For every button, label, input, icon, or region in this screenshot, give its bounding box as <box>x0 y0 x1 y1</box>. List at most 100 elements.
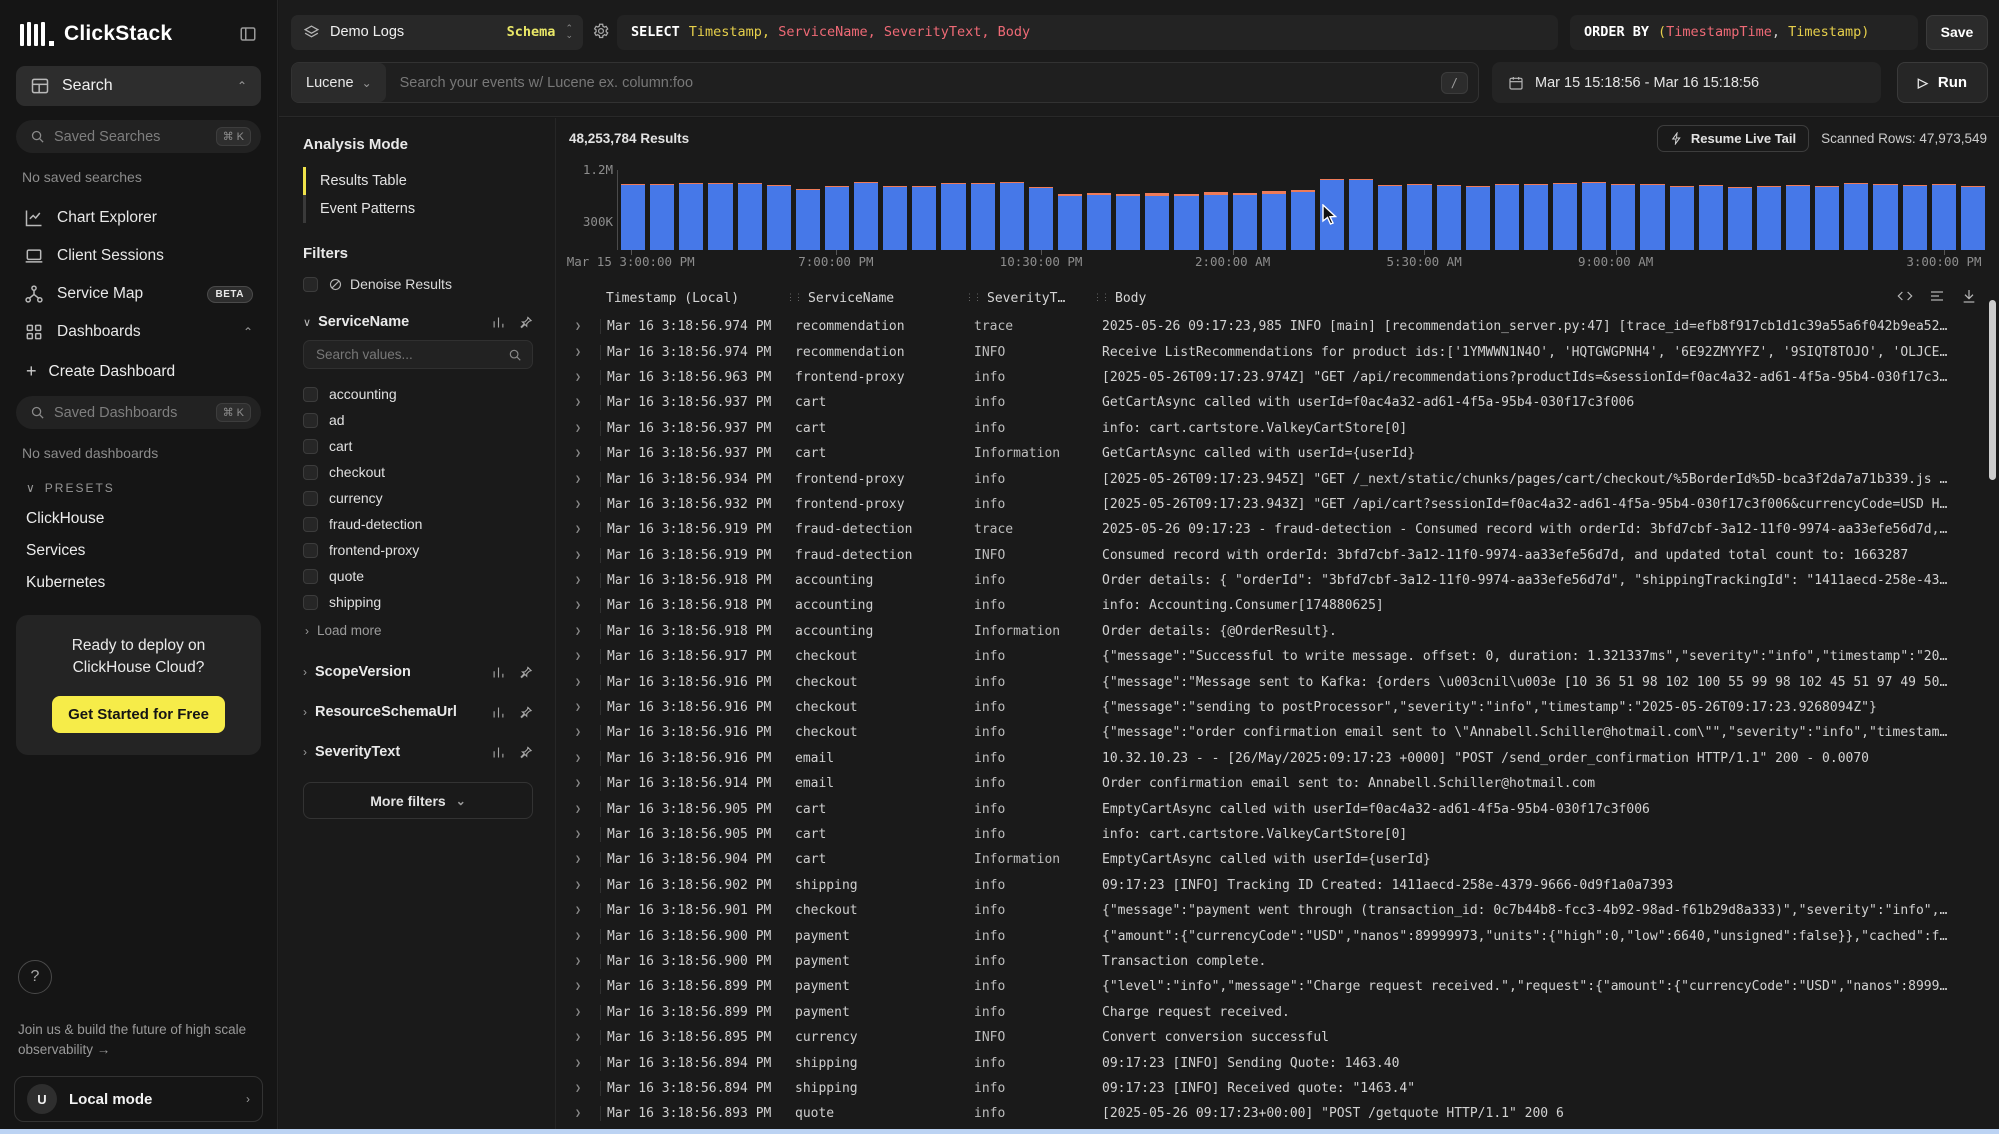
table-row[interactable]: ❯Mar 16 3:18:56.900 PMpaymentinfoTransac… <box>556 949 1984 974</box>
expand-row-icon[interactable]: ❯ <box>556 880 600 891</box>
histogram-bar[interactable] <box>1349 179 1373 250</box>
checkbox[interactable] <box>303 595 318 610</box>
service-filter-fraud-detection[interactable]: fraud-detection <box>303 511 533 537</box>
table-row[interactable]: ❯Mar 16 3:18:56.919 PMfraud-detectiontra… <box>556 517 1984 542</box>
histogram-bar[interactable] <box>1233 193 1257 250</box>
sidebar-collapse-icon[interactable] <box>239 25 257 43</box>
service-filter-shipping[interactable]: shipping <box>303 589 533 615</box>
table-row[interactable]: ❯Mar 16 3:18:56.918 PMaccountinginfoinfo… <box>556 593 1984 618</box>
date-range-picker[interactable]: Mar 15 15:18:56 - Mar 16 15:18:56 <box>1492 62 1881 103</box>
expand-row-icon[interactable]: ❯ <box>556 727 600 738</box>
histogram-bar[interactable] <box>1640 184 1664 250</box>
saved-searches-input[interactable]: Saved Searches ⌘ K <box>16 120 261 153</box>
presets-header[interactable]: ∨ PRESETS <box>14 475 263 503</box>
get-started-button[interactable]: Get Started for Free <box>52 696 225 733</box>
expand-row-icon[interactable]: ❯ <box>556 753 600 764</box>
orderby-clause-input[interactable]: ORDER BY (TimestampTime, Timestamp) <box>1570 15 1918 50</box>
table-row[interactable]: ❯Mar 16 3:18:56.937 PMcartinfoinfo: cart… <box>556 416 1984 441</box>
horizontal-scrollbar[interactable] <box>0 1129 1999 1134</box>
histogram-bar[interactable] <box>1903 185 1927 250</box>
table-row[interactable]: ❯Mar 16 3:18:56.905 PMcartinfoinfo: cart… <box>556 822 1984 847</box>
facet-servicename[interactable]: ∨ ServiceName <box>303 314 533 330</box>
table-row[interactable]: ❯Mar 16 3:18:56.905 PMcartinfoEmptyCartA… <box>556 796 1984 821</box>
histogram-bar[interactable] <box>854 182 878 250</box>
histogram-bar[interactable] <box>1670 186 1694 250</box>
expand-row-icon[interactable]: ❯ <box>556 905 600 916</box>
local-mode-button[interactable]: U Local mode › <box>14 1076 263 1122</box>
code-view-icon[interactable] <box>1897 288 1913 304</box>
join-us-link[interactable]: Join us & build the future of high scale… <box>14 1020 263 1077</box>
table-row[interactable]: ❯Mar 16 3:18:56.899 PMpaymentinfoCharge … <box>556 1000 1984 1025</box>
histogram-bar[interactable] <box>825 186 849 250</box>
histogram-bar[interactable] <box>1757 186 1781 250</box>
expand-row-icon[interactable]: ❯ <box>556 778 600 789</box>
histogram-bar[interactable] <box>796 189 820 250</box>
expand-row-icon[interactable]: ❯ <box>556 931 600 942</box>
expand-row-icon[interactable]: ❯ <box>556 1058 600 1069</box>
expand-row-icon[interactable]: ❯ <box>556 626 600 637</box>
events-histogram[interactable]: 1.2M 300K Mar 15 3:00:00 PM7:00:00 PM10:… <box>569 158 1987 268</box>
histogram-bar[interactable] <box>1961 186 1985 250</box>
more-filters-button[interactable]: More filters ⌄ <box>303 782 533 819</box>
table-row[interactable]: ❯Mar 16 3:18:56.917 PMcheckoutinfo{"mess… <box>556 644 1984 669</box>
table-row[interactable]: ❯Mar 16 3:18:56.974 PMrecommendationINFO… <box>556 339 1984 364</box>
expand-row-icon[interactable]: ❯ <box>556 423 600 434</box>
table-row[interactable]: ❯Mar 16 3:18:56.916 PMcheckoutinfo{"mess… <box>556 720 1984 745</box>
facet-resourceschemaurl[interactable]: ›ResourceSchemaUrl <box>303 692 533 732</box>
table-row[interactable]: ❯Mar 16 3:18:56.902 PMshippinginfo09:17:… <box>556 873 1984 898</box>
create-dashboard-button[interactable]: + Create Dashboard <box>14 351 263 394</box>
resume-live-tail-button[interactable]: Resume Live Tail <box>1657 125 1809 152</box>
histogram-bars[interactable] <box>617 170 1985 250</box>
histogram-bar[interactable] <box>1407 184 1431 250</box>
facet-chart-icon[interactable] <box>491 665 506 680</box>
vertical-scrollbar[interactable] <box>1989 300 1996 480</box>
checkbox[interactable] <box>303 517 318 532</box>
table-row[interactable]: ❯Mar 16 3:18:56.934 PMfrontend-proxyinfo… <box>556 466 1984 491</box>
service-filter-checkout[interactable]: checkout <box>303 459 533 485</box>
sidebar-item-client-sessions[interactable]: Client Sessions <box>14 237 263 275</box>
pin-icon[interactable] <box>518 315 533 330</box>
facet-severitytext[interactable]: ›SeverityText <box>303 732 533 772</box>
checkbox[interactable] <box>303 439 318 454</box>
column-header-servicename[interactable]: ⋮⋮ServiceName <box>778 291 956 306</box>
service-filter-quote[interactable]: quote <box>303 563 533 589</box>
save-button[interactable]: Save <box>1926 15 1988 50</box>
drag-handle-icon[interactable]: ⋮⋮ <box>965 293 981 303</box>
expand-row-icon[interactable]: ❯ <box>556 702 600 713</box>
table-row[interactable]: ❯Mar 16 3:18:56.914 PMemailinfoOrder con… <box>556 771 1984 796</box>
table-row[interactable]: ❯Mar 16 3:18:56.916 PMcheckoutinfo{"mess… <box>556 669 1984 694</box>
histogram-bar[interactable] <box>1466 186 1490 250</box>
column-header-severitytext[interactable]: ⋮⋮SeverityT… <box>956 291 1084 306</box>
histogram-bar[interactable] <box>1728 187 1752 250</box>
histogram-bar[interactable] <box>767 185 791 250</box>
histogram-bar[interactable] <box>1087 193 1111 250</box>
expand-row-icon[interactable]: ❯ <box>556 1083 600 1094</box>
expand-row-icon[interactable]: ❯ <box>556 829 600 840</box>
expand-row-icon[interactable]: ❯ <box>556 1108 600 1119</box>
histogram-bar[interactable] <box>1873 184 1897 250</box>
expand-row-icon[interactable]: ❯ <box>556 550 600 561</box>
facet-chart-icon[interactable] <box>491 315 506 330</box>
histogram-bar[interactable] <box>883 186 907 250</box>
table-row[interactable]: ❯Mar 16 3:18:56.899 PMpaymentinfo{"level… <box>556 974 1984 999</box>
expand-row-icon[interactable]: ❯ <box>556 347 600 358</box>
histogram-bar[interactable] <box>1262 191 1286 250</box>
table-row[interactable]: ❯Mar 16 3:18:56.974 PMrecommendationtrac… <box>556 314 1984 339</box>
expand-row-icon[interactable]: ❯ <box>556 474 600 485</box>
expand-row-icon[interactable]: ❯ <box>556 981 600 992</box>
table-row[interactable]: ❯Mar 16 3:18:56.894 PMshippinginfo09:17:… <box>556 1076 1984 1101</box>
sidebar-item-chart-explorer[interactable]: Chart Explorer <box>14 199 263 237</box>
histogram-bar[interactable] <box>1582 182 1606 250</box>
service-filter-accounting[interactable]: accounting <box>303 381 533 407</box>
download-icon[interactable] <box>1961 288 1977 304</box>
histogram-bar[interactable] <box>1378 185 1402 250</box>
expand-row-icon[interactable]: ❯ <box>556 524 600 535</box>
checkbox[interactable] <box>303 491 318 506</box>
column-header-body[interactable]: ⋮⋮Body <box>1084 291 1976 306</box>
histogram-bar[interactable] <box>941 183 965 250</box>
table-row[interactable]: ❯Mar 16 3:18:56.895 PMcurrencyINFOConver… <box>556 1025 1984 1050</box>
histogram-bar[interactable] <box>708 183 732 250</box>
table-row[interactable]: ❯Mar 16 3:18:56.901 PMcheckoutinfo{"mess… <box>556 898 1984 923</box>
expand-row-icon[interactable]: ❯ <box>556 321 600 332</box>
checkbox[interactable] <box>303 387 318 402</box>
